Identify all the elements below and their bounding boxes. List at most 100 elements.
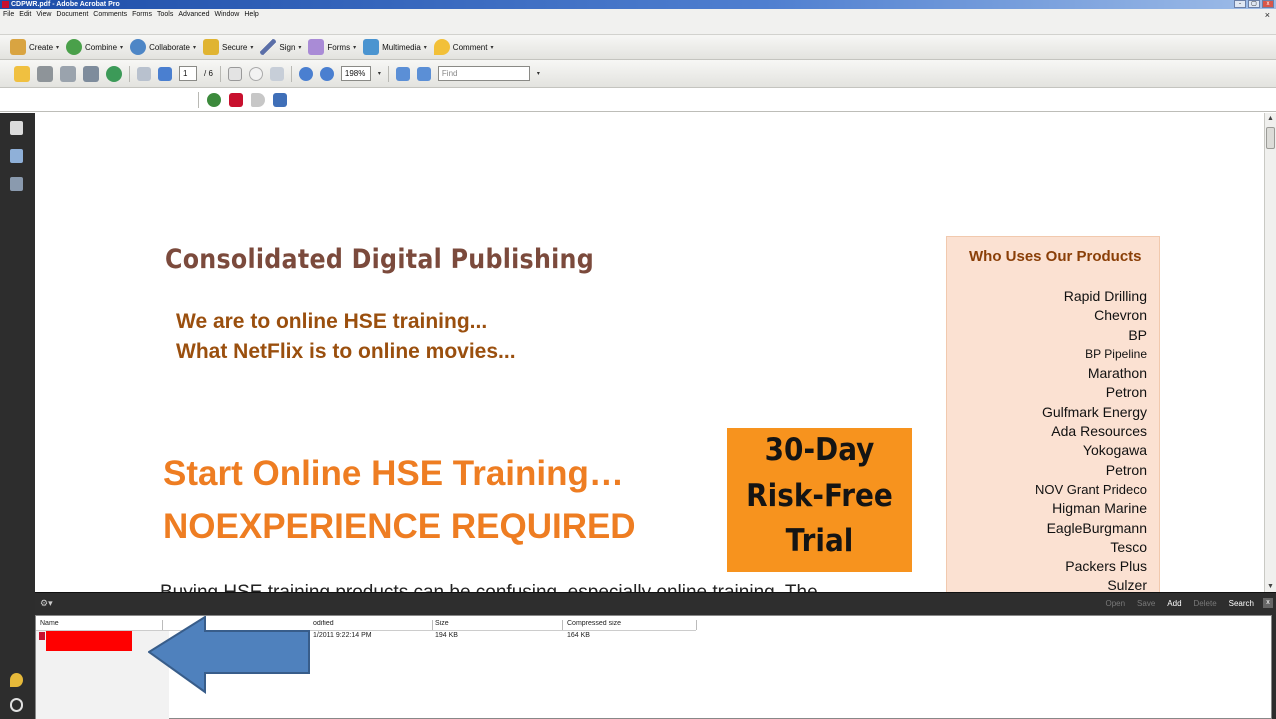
page-thumbnails-icon[interactable] [10,121,23,135]
print-icon[interactable] [37,65,53,82]
document-view[interactable]: Consolidated Digital Publishing We are t… [35,113,1264,592]
attachments-options-gear-icon[interactable]: ⚙▾ [40,598,53,609]
column-header-name[interactable]: Name [38,620,163,630]
chevron-down-icon: ▾ [423,44,427,51]
chevron-down-icon: ▾ [56,44,60,51]
chevron-down-icon: ▾ [298,44,302,51]
menu-document[interactable]: Document [56,9,88,21]
menu-help[interactable]: Help [244,9,258,21]
sign-button[interactable]: Sign ▾ [260,39,301,55]
toolbar-separator [219,65,221,82]
search-attachments-button[interactable]: Search [1229,599,1254,608]
create-button[interactable]: Create ▾ [10,39,59,55]
menu-edit[interactable]: Edit [19,9,31,21]
customer-item: Ada Resources [1051,423,1147,440]
comment-button[interactable]: Comment ▾ [433,39,494,55]
menu-window[interactable]: Window [214,9,239,21]
customer-item: Packers Plus [1065,558,1147,575]
customer-item: Rapid Drilling [1063,288,1147,304]
close-panel-icon[interactable]: x [1263,598,1273,608]
free-trial-badge: 30-Day Risk-Free Trial [727,428,912,572]
multimedia-icon [363,39,380,55]
open-folder-icon[interactable] [14,65,30,82]
column-header-modified[interactable]: odified [311,620,433,630]
toolbar-separator [290,65,292,82]
column-header-compressed-size[interactable]: Compressed size [565,620,697,630]
minimize-button[interactable]: - [1234,0,1246,8]
forms-button[interactable]: Forms ▾ [308,39,356,55]
menu-view[interactable]: View [36,9,51,21]
comments-icon[interactable] [10,673,23,687]
document-title: Consolidated Digital Publishing [165,244,594,275]
bookmarks-icon[interactable] [10,149,23,163]
select-text-cursor-icon[interactable] [227,66,242,81]
save-icon[interactable] [60,65,76,82]
cell-size: 194 KB [435,632,458,639]
trial-line-2: Risk-Free [746,478,893,514]
scrollbar-thumb[interactable] [1266,127,1275,149]
zoom-dropdown-chevron-icon[interactable]: ▾ [378,70,381,77]
add-attachment-button[interactable]: Add [1167,599,1181,608]
trial-line-3: Trial [785,523,854,559]
globe-download-icon[interactable] [207,92,221,107]
menu-tools[interactable]: Tools [157,9,173,21]
close-window-button[interactable]: x [1262,0,1274,8]
scroll-down-arrow-icon[interactable]: ▼ [1266,582,1275,591]
menu-file[interactable]: File [3,9,14,21]
zoom-out-icon[interactable] [298,66,313,81]
save-disk-icon[interactable] [273,92,287,107]
open-attachment-button[interactable]: Open [1105,599,1125,608]
customer-item: Higman Marine [1052,500,1147,517]
zoom-in-icon[interactable] [319,66,334,81]
column-header-size[interactable]: Size [433,620,563,630]
flash-media-icon[interactable] [229,92,243,107]
comment-bubble-icon [433,39,450,55]
next-page-arrow-icon[interactable] [158,66,172,81]
menu-forms[interactable]: Forms [132,9,152,21]
fit-page-icon[interactable] [416,66,431,81]
customer-item: Yokogawa [1082,442,1147,459]
chevron-down-icon: ▾ [353,44,357,51]
secondary-toolbar [0,88,1276,112]
save-attachment-button[interactable]: Save [1137,599,1155,608]
menu-advanced[interactable]: Advanced [178,9,209,21]
acrobat-app-icon [2,1,9,8]
vertical-scrollbar[interactable]: ▲ ▼ [1264,113,1276,592]
customer-item: NOV Grant Prideco [1035,481,1147,497]
email-icon[interactable] [83,65,99,82]
window-controls: - ▢ x [1234,0,1274,8]
toolbar-separator [129,65,130,82]
close-document-icon[interactable]: × [1265,11,1270,20]
chevron-down-icon: ▾ [490,44,494,51]
customer-item: Sulzer [1107,577,1147,592]
marquee-zoom-icon[interactable] [269,66,284,81]
signatures-icon[interactable] [10,177,23,191]
collaborate-button[interactable]: Collaborate ▾ [130,39,196,55]
tagline-line-1: We are to online HSE training... [176,310,488,333]
find-dropdown-chevron-icon[interactable]: ▾ [537,70,540,77]
menu-bar: File Edit View Document Comments Forms T… [0,9,1276,35]
customers-heading: Who Uses Our Products [969,248,1142,265]
customer-item: Marathon [1087,365,1147,382]
multimedia-button[interactable]: Multimedia ▾ [363,39,427,55]
hand-tool-icon[interactable] [248,66,263,81]
paperclip-attachments-icon[interactable] [10,698,23,712]
combine-button[interactable]: Combine ▾ [66,39,123,55]
fit-width-icon[interactable] [395,66,410,81]
left-pointing-arrow-annotation [148,616,310,694]
headline-line-1: Start Online HSE Training… [163,454,624,493]
zoom-level-input[interactable]: 198% [340,66,371,81]
customer-item: EagleBurgmann [1046,519,1147,536]
collaborate-globe-icon[interactable] [106,65,122,82]
page-number-input[interactable]: 1 [179,66,197,81]
cell-compressed-size: 164 KB [567,632,590,639]
secure-button[interactable]: Secure ▾ [203,39,253,55]
delete-attachment-button[interactable]: Delete [1194,599,1217,608]
maximize-button[interactable]: ▢ [1248,0,1260,8]
previous-page-arrow-icon[interactable] [137,66,151,81]
menu-comments[interactable]: Comments [93,9,127,21]
arrow-shape [148,616,310,694]
scroll-up-arrow-icon[interactable]: ▲ [1266,114,1275,123]
speaker-icon[interactable] [251,92,265,107]
find-input[interactable]: Find [437,66,530,81]
